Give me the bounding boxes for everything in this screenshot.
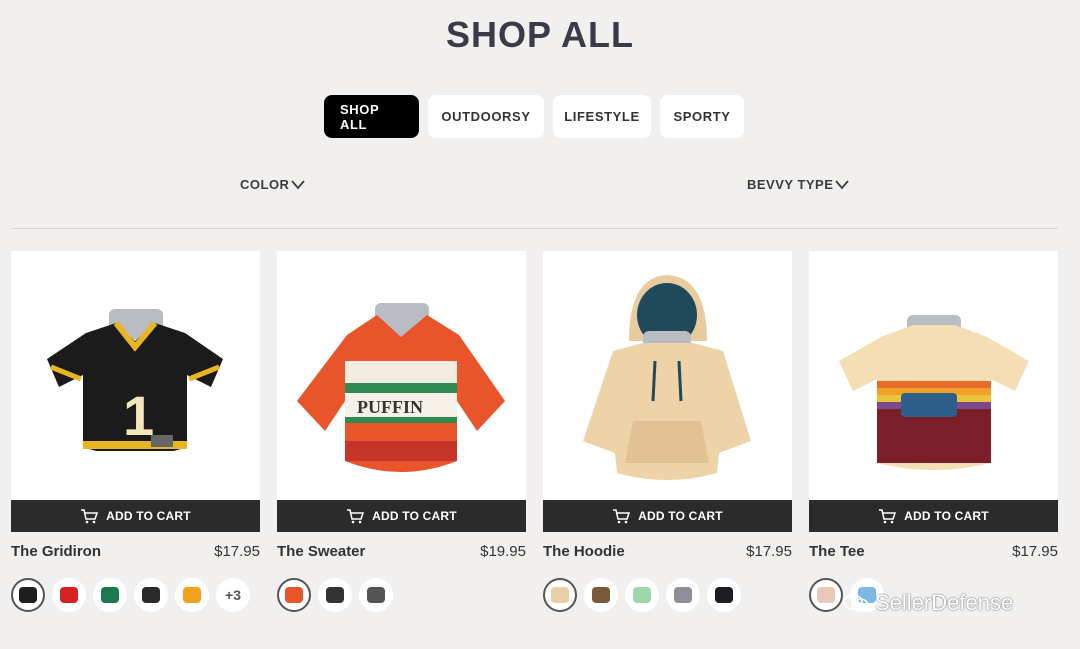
swatch-red[interactable]: [52, 578, 86, 612]
color-swatches: [277, 578, 526, 612]
product-price: $19.95: [480, 542, 526, 560]
filter-divider: [11, 228, 1058, 229]
cart-icon: [879, 508, 897, 523]
product-card-gridiron[interactable]: 1 ADD TO CART The Gridiron $17.95 +3: [11, 251, 260, 612]
swatch-gray[interactable]: [359, 578, 393, 612]
product-card-sweater[interactable]: PUFFIN ADD TO CART The Sweater $19.95: [277, 251, 526, 612]
watermark-text: SellerDefense: [875, 590, 1014, 615]
swatch-green[interactable]: [93, 578, 127, 612]
product-card-tee[interactable]: ADD TO CART The Tee $17.95: [809, 251, 1058, 612]
tab-shop-all[interactable]: SHOP ALL: [324, 95, 419, 138]
color-swatches: +3: [11, 578, 260, 612]
swatch-mint[interactable]: [625, 578, 659, 612]
product-name[interactable]: The Sweater: [277, 543, 365, 560]
cart-icon: [613, 508, 631, 523]
add-to-cart-label: ADD TO CART: [106, 509, 191, 523]
product-card-hoodie[interactable]: ADD TO CART The Hoodie $17.95: [543, 251, 792, 612]
add-to-cart-button[interactable]: ADD TO CART: [11, 500, 260, 532]
product-name[interactable]: The Hoodie: [543, 543, 625, 560]
product-image[interactable]: PUFFIN: [277, 251, 526, 500]
swatch-cream[interactable]: [809, 578, 843, 612]
chevron-down-icon: [291, 179, 306, 189]
product-name[interactable]: The Gridiron: [11, 543, 101, 560]
product-price: $17.95: [746, 542, 792, 560]
cart-icon: [81, 508, 99, 523]
cart-icon: [347, 508, 365, 523]
swatch-heather[interactable]: [666, 578, 700, 612]
swatch-black[interactable]: [11, 578, 45, 612]
add-to-cart-label: ADD TO CART: [904, 509, 989, 523]
color-filter[interactable]: COLOR: [240, 177, 306, 192]
swatch-black[interactable]: [707, 578, 741, 612]
swatch-orange[interactable]: [277, 578, 311, 612]
swatch-sand[interactable]: [543, 578, 577, 612]
color-filter-label: COLOR: [240, 177, 290, 192]
add-to-cart-label: ADD TO CART: [638, 509, 723, 523]
product-image[interactable]: [809, 251, 1058, 500]
swatch-charcoal[interactable]: [318, 578, 352, 612]
product-image[interactable]: 1: [11, 251, 260, 500]
chat-bubble-icon: [843, 594, 869, 612]
add-to-cart-button[interactable]: ADD TO CART: [543, 500, 792, 532]
svg-text:PUFFIN: PUFFIN: [357, 397, 423, 417]
add-to-cart-button[interactable]: ADD TO CART: [809, 500, 1058, 532]
tab-outdoorsy[interactable]: OUTDOORSY: [428, 95, 544, 138]
add-to-cart-button[interactable]: ADD TO CART: [277, 500, 526, 532]
bevvy-type-filter[interactable]: BEVVY TYPE: [747, 177, 850, 192]
page-title: SHOP ALL: [445, 14, 635, 55]
swatch-gold[interactable]: [175, 578, 209, 612]
add-to-cart-label: ADD TO CART: [372, 509, 457, 523]
tab-lifestyle[interactable]: LIFESTYLE: [553, 95, 651, 138]
swatch-dark[interactable]: [134, 578, 168, 612]
tab-sporty[interactable]: SPORTY: [660, 95, 744, 138]
product-price: $17.95: [214, 542, 260, 560]
product-name[interactable]: The Tee: [809, 543, 865, 560]
swatch-camo[interactable]: [584, 578, 618, 612]
svg-text:1: 1: [123, 384, 154, 447]
product-image[interactable]: [543, 251, 792, 500]
color-swatches: [543, 578, 792, 612]
swatch-black-fill: [19, 587, 37, 603]
category-tabs: SHOP ALL OUTDOORSY LIFESTYLE SPORTY: [324, 95, 744, 138]
chevron-down-icon: [835, 179, 850, 189]
watermark: SellerDefense: [843, 590, 1013, 616]
product-price: $17.95: [1012, 542, 1058, 560]
more-swatches-button[interactable]: +3: [216, 578, 250, 612]
bevvy-type-filter-label: BEVVY TYPE: [747, 177, 834, 192]
